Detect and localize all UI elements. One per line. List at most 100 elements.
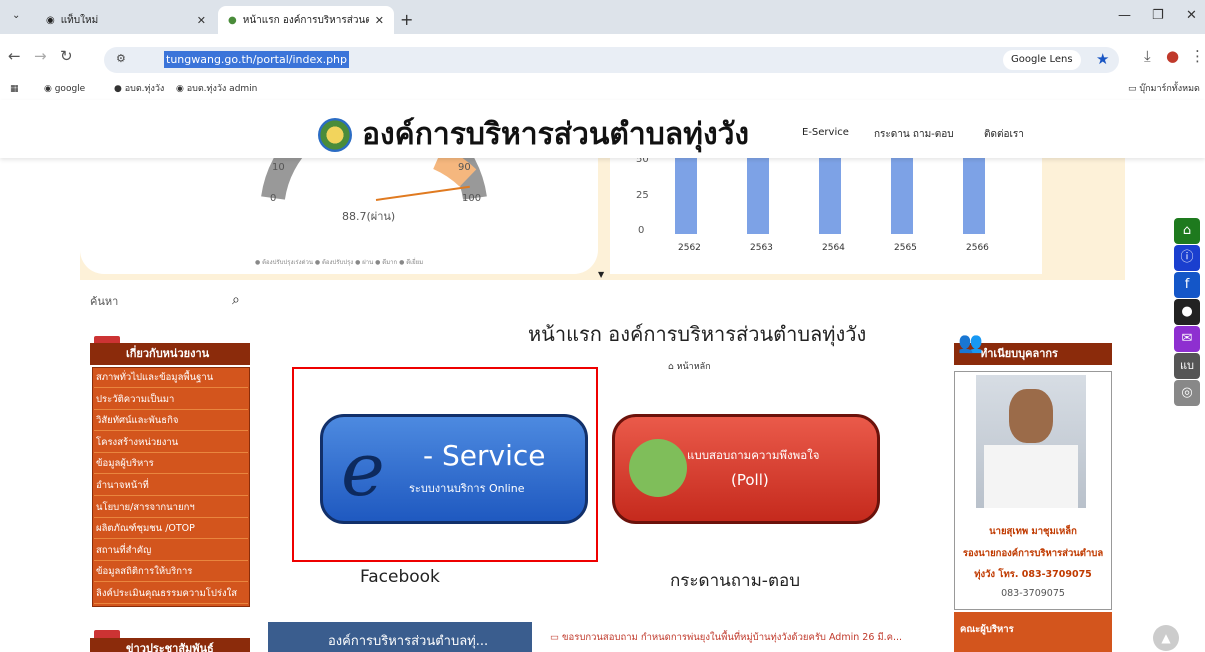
sidebar-item[interactable]: ข้อมูลสถิติการให้บริการ (94, 562, 248, 583)
reload-icon[interactable]: ↻ (60, 47, 73, 65)
bookmark-google[interactable]: ◉ google (44, 80, 85, 98)
menu-contact[interactable]: ติดต่อเรา (984, 127, 1024, 142)
profile-icon[interactable]: ● (1166, 47, 1179, 65)
facebook-page-title: องค์การบริหารส่วนตำบลทุ่... (328, 634, 489, 649)
x-tick: 2563 (750, 243, 773, 253)
all-bookmarks-label: บุ๊กมาร์กทั้งหมด (1139, 84, 1200, 94)
scroll-down-icon[interactable]: ▼ (598, 270, 604, 279)
more-menu-icon[interactable]: ⋮ (1190, 47, 1205, 65)
all-bookmarks[interactable]: ▭ บุ๊กมาร์กทั้งหมด (1128, 80, 1200, 98)
tab-strip: ⌄ ◉ แท็บใหม่ ✕ ● หน้าแรก องค์การบริหารส่… (0, 0, 1205, 34)
facebook-widget[interactable]: องค์การบริหารส่วนตำบลทุ่... (268, 622, 532, 652)
gauge-needle (375, 185, 470, 201)
tab-homepage[interactable]: ● หน้าแรก องค์การบริหารส่วนตำบลทุ่ง ✕ (218, 6, 394, 34)
user-icon[interactable]: ● (1174, 299, 1200, 325)
site-favicon-icon: ● (228, 14, 237, 26)
bookmark-label: อบต.ทุ่งวัง admin (186, 84, 258, 94)
tab-search-icon[interactable]: ⌄ (12, 10, 20, 21)
staff-photo (976, 375, 1086, 508)
x-tick: 2566 (966, 243, 989, 253)
bookmark-tungwang-admin[interactable]: ◉ อบต.ทุ่งวัง admin (176, 80, 257, 98)
sidebar-item[interactable]: สถานที่สำคัญ (94, 541, 248, 561)
gauge-tick: 100 (462, 193, 482, 204)
eservice-button[interactable]: e - Service ระบบงานบริการ Online (320, 414, 588, 524)
url-text[interactable]: tungwang.go.th/portal/index.php (164, 51, 350, 68)
executives-menu[interactable]: คณะผู้บริหาร (954, 612, 1112, 652)
tab-new[interactable]: ◉ แท็บใหม่ ✕ (36, 6, 216, 34)
google-lens-button[interactable]: Google Lens (1003, 50, 1081, 70)
eservice-subtitle: ระบบงานบริการ Online (409, 482, 525, 495)
news-text: ขอรบกวนสอบถาม กำหนดการพ่นยุงในพื้นที่หมู… (562, 632, 903, 643)
mail-icon[interactable]: ✉ (1174, 326, 1200, 352)
bookmark-label: อบต.ทุ่งวัง (124, 84, 165, 94)
staff-name: นายสุเทพ มาชุมเหล็ก (989, 526, 1077, 537)
window-close-icon[interactable]: ✕ (1186, 8, 1197, 23)
restore-icon[interactable]: ❐ (1152, 8, 1164, 23)
e-logo-icon: e (341, 427, 385, 513)
apps-icon[interactable]: ▦ (10, 80, 19, 98)
news-item[interactable]: ▭ ขอรบกวนสอบถาม กำหนดการพ่นยุงในพื้นที่ห… (550, 630, 902, 645)
lens-label: Google Lens (1011, 54, 1073, 65)
bookmark-star-icon[interactable]: ★ (1096, 50, 1109, 68)
staff-phone: ทุ่งวัง โทร. 083-3709075 (974, 569, 1092, 580)
bar (819, 158, 841, 234)
scroll-top-icon[interactable]: ▲ (1153, 625, 1179, 651)
tab-title: แท็บใหม่ (60, 14, 99, 26)
x-tick: 2562 (678, 243, 701, 253)
gauge-tick: 10 (272, 162, 285, 173)
sidebar-item[interactable]: อำนาจหน้าที่ (94, 476, 248, 496)
gauge-tick: 0 (270, 193, 277, 204)
pr-heading: ข่าวประชาสัมพันธ์ (90, 638, 250, 652)
sidebar-item[interactable]: สภาพทั่วไปและข้อมูลพื้นฐาน (94, 368, 248, 388)
sidebar-item[interactable]: โครงสร้างหน่วยงาน (94, 433, 248, 453)
sidebar-item[interactable]: ข้อมูลผู้บริหาร (94, 454, 248, 475)
poll-button[interactable]: แบบสอบถามความพึงพอใจ (Poll) (612, 414, 880, 524)
globe-icon[interactable]: ◎ (1174, 380, 1200, 406)
clipboard-icon (629, 439, 687, 497)
close-icon[interactable]: ✕ (197, 14, 206, 27)
home-icon[interactable]: ⌂ (1174, 218, 1200, 244)
search-icon[interactable]: ⌕ (232, 292, 240, 308)
minimize-icon[interactable]: — (1118, 8, 1131, 23)
forward-icon[interactable]: → (34, 47, 47, 65)
bar (891, 158, 913, 234)
staff-phone-alt: 083-3709075 (1001, 588, 1065, 599)
breadcrumb-label: หน้าหลัก (676, 362, 711, 372)
sidebar-item[interactable]: ประวัติความเป็นมา (94, 390, 248, 410)
browser-window: ⌄ ◉ แท็บใหม่ ✕ ● หน้าแรก องค์การบริหารส่… (0, 0, 1205, 652)
menu-eservice[interactable]: E-Service (802, 127, 849, 138)
page-title: หน้าแรก องค์การบริหารส่วนตำบลทุ่งวัง (528, 322, 867, 346)
close-icon[interactable]: ✕ (375, 14, 384, 27)
gauge-legend: ● ต้องปรับปรุงเร่งด่วน ● ต้องปรับปรุง ● … (255, 259, 424, 266)
comment-icon: ▭ (550, 632, 559, 643)
new-tab-icon[interactable]: + (400, 10, 413, 29)
sidebar-item[interactable]: ผลิตภัณฑ์ชุมชน /OTOP (94, 519, 248, 540)
sidebar-item[interactable]: นโยบาย/สารจากนายกฯ (94, 498, 248, 518)
site-logo[interactable] (318, 118, 352, 152)
search-input[interactable]: ค้นหา (90, 292, 118, 310)
home-icon: ⌂ (668, 362, 674, 372)
people-icon: 👥 (958, 330, 983, 354)
bar-chart (610, 158, 1042, 274)
gauge-tick: 90 (458, 162, 471, 173)
poll-line1: แบบสอบถามความพึงพอใจ (687, 448, 820, 462)
breadcrumb[interactable]: ⌂ หน้าหลัก (668, 359, 711, 373)
bar (963, 158, 985, 234)
sidebar-item[interactable]: ลิงค์ประเมินคุณธรรมความโปร่งใส (94, 584, 248, 604)
about-heading: เกี่ยวกับหน่วยงาน (90, 343, 250, 365)
facebook-icon[interactable]: f (1174, 272, 1200, 298)
site-name[interactable]: องค์การบริหารส่วนตำบลทุ่งวัง (362, 111, 749, 158)
y-tick: 0 (638, 225, 645, 236)
menu-qa-board[interactable]: กระดาน ถาม-ตอบ (874, 127, 954, 142)
qa-caption: กระดานถาม-ตอบ (670, 571, 800, 591)
globe-icon: ◉ (46, 14, 55, 26)
back-icon[interactable]: ← (8, 47, 21, 65)
y-tick: 25 (636, 190, 649, 201)
site-info-icon[interactable]: ⚙ (116, 52, 126, 65)
bookmark-tungwang[interactable]: ● อบต.ทุ่งวัง (114, 80, 164, 98)
x-tick: 2565 (894, 243, 917, 253)
info-icon[interactable]: ⓘ (1174, 245, 1200, 271)
sidebar-item[interactable]: วิสัยทัศน์และพันธกิจ (94, 411, 248, 432)
survey-tab[interactable]: แบ (1174, 353, 1200, 379)
download-icon[interactable]: ⤓ (1144, 47, 1151, 65)
